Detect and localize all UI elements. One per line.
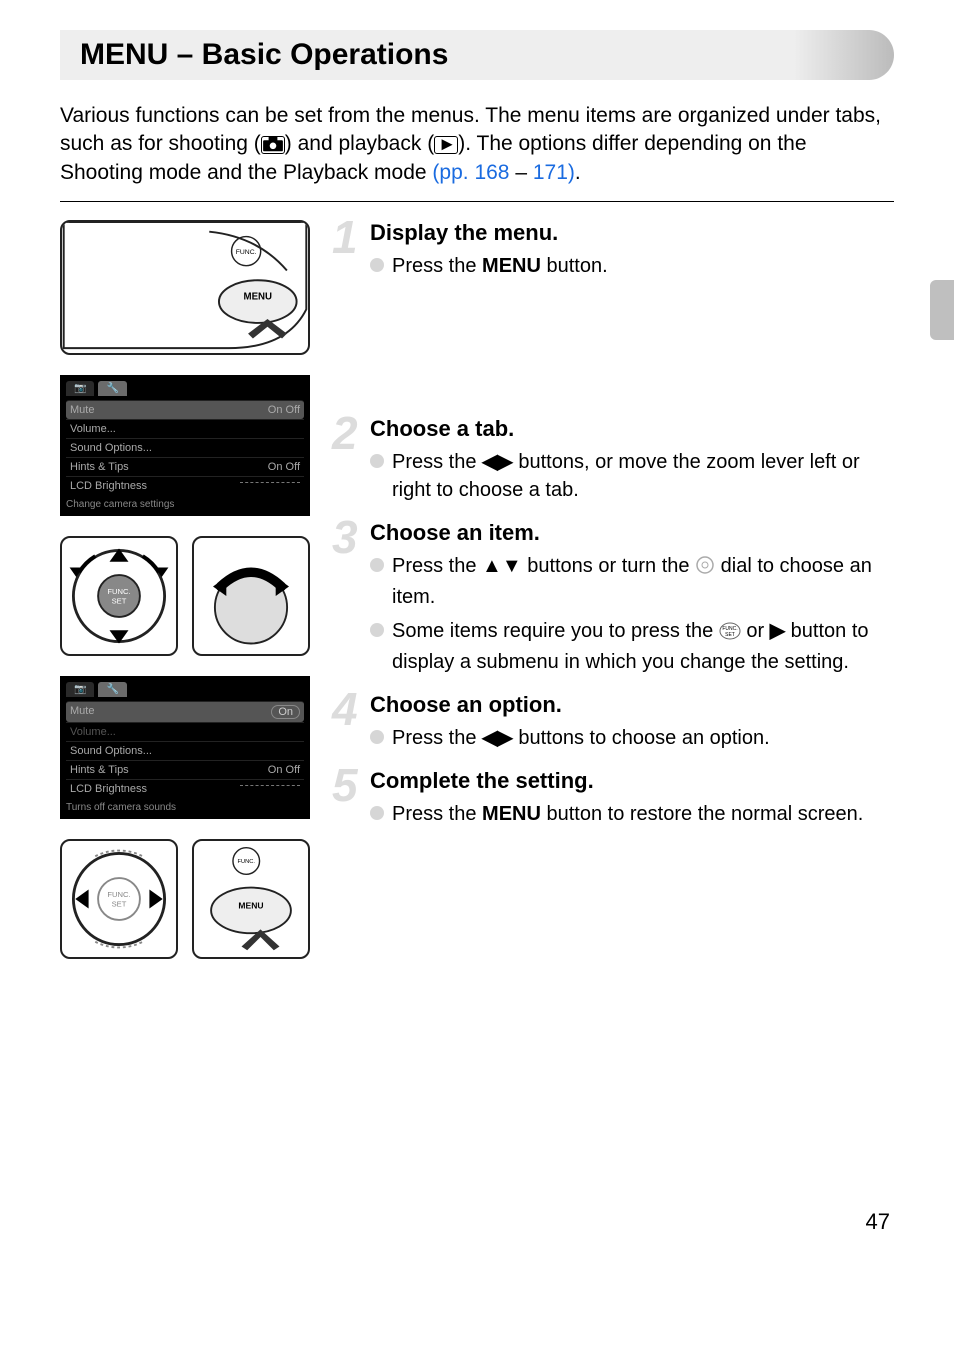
illustration-dial: FUNC. SET <box>60 536 178 656</box>
bullet-icon <box>370 258 384 272</box>
menu-row-volume: Volume... <box>66 419 304 438</box>
bullet-text-pre: Press the <box>392 803 482 825</box>
bullet-icon <box>370 454 384 468</box>
menu-row-hints-b: Hints & TipsOn Off <box>66 760 304 779</box>
bullet-icon <box>370 806 384 820</box>
bullet-text-pre: Press the <box>392 727 482 749</box>
bullet-text-pre: Press the <box>392 255 482 277</box>
step-title: Choose a tab. <box>370 416 894 442</box>
steps-column: 1 Display the menu. Press the MENU butto… <box>334 220 894 959</box>
right-icon: ▶ <box>770 620 785 642</box>
svg-text:FUNC.: FUNC. <box>107 587 130 596</box>
page-ref-link-start[interactable]: (pp. 168 <box>432 161 509 184</box>
bullet-text-pre: Some items require you to press the <box>392 620 719 642</box>
menu-glyph: MENU <box>482 255 541 277</box>
step-number: 5 <box>332 758 358 812</box>
bullet-text-post: or <box>741 620 770 642</box>
step-title: Display the menu. <box>370 220 894 246</box>
menu-screenshot-a: 📷 🔧 MuteOn Off Volume... Sound Options..… <box>60 375 310 516</box>
svg-text:SET: SET <box>725 632 735 638</box>
page-title: MENU – Basic Operations <box>80 38 874 72</box>
step-bullet: Some items require you to press the FUNC… <box>370 617 894 676</box>
intro-text-mid: ) and playback ( <box>285 132 434 155</box>
step-bullet: Press the MENU button. <box>370 252 894 280</box>
illustration-column: FUNC. MENU 📷 🔧 MuteOn Off Volume... Soun… <box>60 220 310 959</box>
left-right-icon: ◀▶ <box>482 727 513 749</box>
page-ref-dash: – <box>509 161 532 184</box>
bullet-text-pre: Press the <box>392 451 482 473</box>
bullet-icon <box>370 623 384 637</box>
svg-text:FUNC.: FUNC. <box>107 890 130 899</box>
svg-text:FUNC.: FUNC. <box>236 249 257 256</box>
step-3: 3 Choose an item. Press the ▲▼ buttons o… <box>334 520 894 676</box>
up-down-icon: ▲▼ <box>482 555 522 577</box>
play-icon <box>434 136 458 154</box>
menu-glyph: MENU <box>482 803 541 825</box>
title-banner: MENU – Basic Operations <box>60 30 894 80</box>
svg-text:SET: SET <box>112 597 127 606</box>
camera-icon <box>261 136 285 154</box>
thumb-tab <box>930 280 954 340</box>
step-5: 5 Complete the setting. Press the MENU b… <box>334 768 894 828</box>
step-title: Choose an item. <box>370 520 894 546</box>
step-bullet: Press the ▲▼ buttons or turn the dial to… <box>370 552 894 611</box>
illustration-press-menu: FUNC. MENU <box>60 220 310 355</box>
page-ref-link-end[interactable]: 171) <box>533 161 575 184</box>
page-number: 47 <box>60 1209 894 1235</box>
menu-row-lcd-b: LCD Brightness <box>66 779 304 798</box>
step-bullet: Press the ◀▶ buttons to choose an option… <box>370 724 894 752</box>
step-number: 2 <box>332 406 358 460</box>
step-bullet: Press the MENU button to restore the nor… <box>370 800 894 828</box>
step-title: Complete the setting. <box>370 768 894 794</box>
menu-row-mute: MuteOn Off <box>66 400 304 419</box>
menu-tab-shoot: 📷 <box>66 381 94 396</box>
menu-row-mute-b: MuteOn <box>66 701 304 722</box>
intro-tail: . <box>575 161 581 184</box>
step-2: 2 Choose a tab. Press the ◀▶ buttons, or… <box>334 416 894 504</box>
menu-caption-b: Turns off camera sounds <box>66 802 304 813</box>
illustration-zoom-lever <box>192 536 310 656</box>
dial-icon <box>695 555 715 583</box>
bullet-text-post: buttons to choose an option. <box>513 727 770 749</box>
bullet-text-post: button to restore the normal screen. <box>541 803 863 825</box>
bullet-icon <box>370 558 384 572</box>
svg-text:MENU: MENU <box>238 901 263 911</box>
menu-caption-a: Change camera settings <box>66 499 304 510</box>
bullet-icon <box>370 730 384 744</box>
menu-row-sound: Sound Options... <box>66 438 304 457</box>
left-right-icon: ◀▶ <box>482 451 513 473</box>
menu-row-lcd: LCD Brightness <box>66 476 304 495</box>
divider <box>60 201 894 202</box>
step-1: 1 Display the menu. Press the MENU butto… <box>334 220 894 280</box>
menu-row-volume-b: Volume... <box>66 722 304 741</box>
step-number: 3 <box>332 510 358 564</box>
illustration-dial-lr: FUNC. SET <box>60 839 178 959</box>
svg-text:SET: SET <box>112 900 127 909</box>
menu-tab-setup: 🔧 <box>98 381 126 396</box>
bullet-text-post: button. <box>541 255 608 277</box>
step-number: 1 <box>332 210 358 264</box>
illustration-press-menu-2: FUNC. MENU <box>192 839 310 959</box>
step-title: Choose an option. <box>370 692 894 718</box>
menu-row-hints: Hints & TipsOn Off <box>66 457 304 476</box>
menu-screenshot-b: 📷 🔧 MuteOn Volume... Sound Options... Hi… <box>60 676 310 819</box>
func-set-icon: FUNC.SET <box>719 620 741 648</box>
svg-text:MENU: MENU <box>244 292 273 303</box>
bullet-text-post: buttons or turn the <box>522 555 695 577</box>
step-number: 4 <box>332 682 358 736</box>
menu-tab-setup-b: 🔧 <box>98 682 126 697</box>
intro-paragraph: Various functions can be set from the me… <box>60 102 894 187</box>
svg-text:FUNC.: FUNC. <box>238 859 256 865</box>
menu-row-sound-b: Sound Options... <box>66 741 304 760</box>
step-4: 4 Choose an option. Press the ◀▶ buttons… <box>334 692 894 752</box>
menu-tab-shoot-b: 📷 <box>66 682 94 697</box>
bullet-text-pre: Press the <box>392 555 482 577</box>
step-bullet: Press the ◀▶ buttons, or move the zoom l… <box>370 448 894 504</box>
